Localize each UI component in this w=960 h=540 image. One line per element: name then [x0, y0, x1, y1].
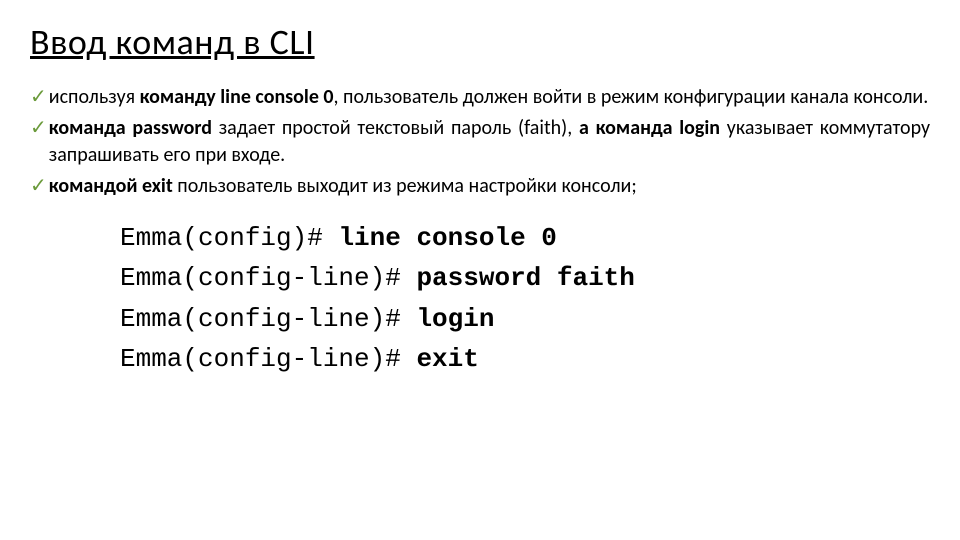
terminal-prompt: Emma(config)#: [120, 223, 338, 253]
bullet-item: ✓ используя команду line console 0, поль…: [30, 84, 930, 111]
terminal-prompt: Emma(config-line)#: [120, 304, 416, 334]
check-icon: ✓: [30, 115, 47, 169]
terminal-line: Emma(config)# line console 0: [120, 218, 840, 258]
terminal-prompt: Emma(config-line)#: [120, 263, 416, 293]
terminal-line: Emma(config-line)# exit: [120, 339, 840, 379]
bullet-item: ✓ командой exit пользователь выходит из …: [30, 173, 930, 200]
bullet-item: ✓ команда password задает простой тексто…: [30, 115, 930, 169]
terminal-prompt: Emma(config-line)#: [120, 344, 416, 374]
terminal-line: Emma(config-line)# login: [120, 299, 840, 339]
check-icon: ✓: [30, 173, 47, 200]
check-icon: ✓: [30, 84, 47, 111]
terminal-command: password faith: [416, 263, 634, 293]
bullet-text: используя команду line console 0, пользо…: [49, 84, 930, 111]
slide-title: Ввод команд в CLI: [30, 20, 930, 64]
terminal-block: Emma(config)# line console 0 Emma(config…: [120, 218, 840, 379]
bullet-list: ✓ используя команду line console 0, поль…: [30, 84, 930, 200]
terminal-command: line console 0: [338, 223, 556, 253]
bullet-text: команда password задает простой текстовы…: [49, 115, 930, 169]
terminal-command: login: [416, 304, 494, 334]
terminal-command: exit: [416, 344, 478, 374]
bullet-text: командой exit пользователь выходит из ре…: [49, 173, 930, 200]
terminal-line: Emma(config-line)# password faith: [120, 258, 840, 298]
